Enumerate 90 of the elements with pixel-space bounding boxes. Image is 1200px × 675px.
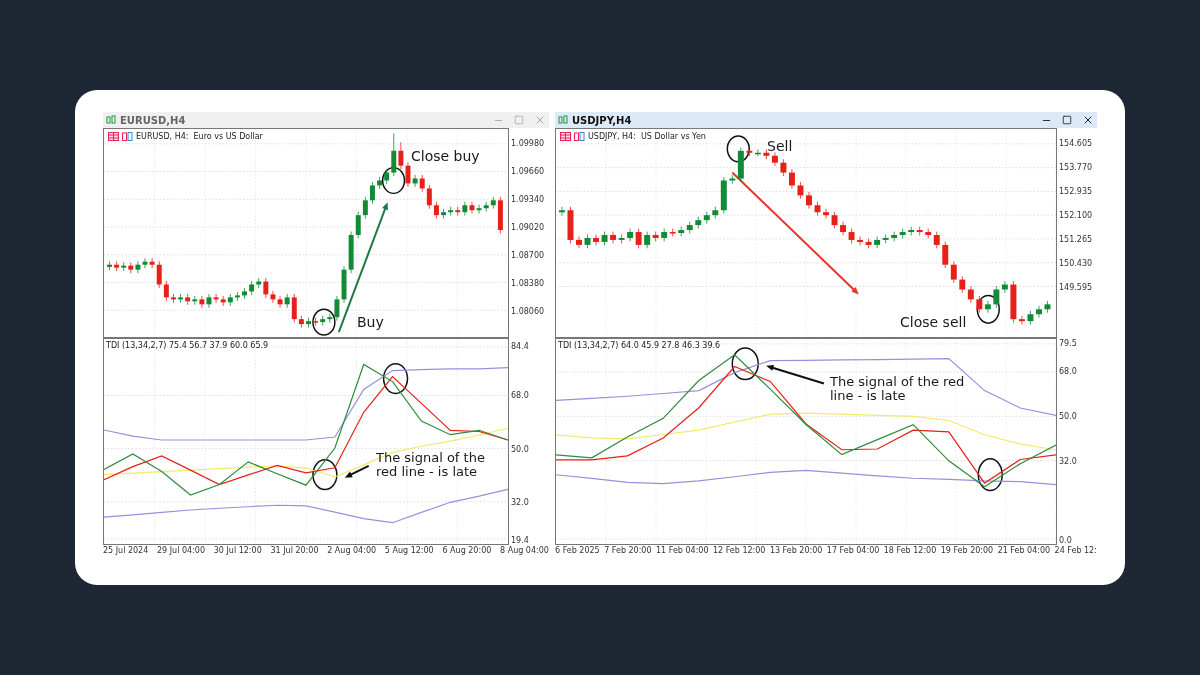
candlestick — [601, 231, 608, 246]
candlestick — [1027, 310, 1034, 325]
axis-label: 0.0 — [1059, 535, 1072, 545]
candlestick — [797, 181, 804, 200]
close-icon[interactable] — [1082, 114, 1094, 126]
time-label: 25 Jul 2024 — [103, 545, 149, 557]
indicator-label: TDI (13,34,2,7) 64.0 45.9 27.8 46.3 39.6 — [558, 341, 721, 350]
window-title: USDJPY,H4 — [572, 114, 633, 126]
candlestick — [576, 236, 582, 249]
candlestick — [567, 206, 574, 244]
axis-label: 68.0 — [1059, 366, 1077, 376]
candlestick — [814, 201, 821, 217]
chart-legend: USDJPY, H4: US Dollar vs Yen — [588, 132, 706, 141]
axis-label: 151.265 — [1059, 234, 1093, 244]
annotation-text: The signal of the red line - is late — [830, 375, 966, 404]
axis-label: 1.09660 — [511, 166, 545, 176]
window-title: EURUSD,H4 — [120, 114, 187, 126]
axis-label: 1.09020 — [511, 222, 545, 232]
axis-label: 50.0 — [1059, 411, 1077, 421]
time-label: 31 Jul 20:00 — [270, 545, 319, 557]
axis-label: 19.4 — [511, 535, 529, 545]
highlight-circle — [731, 347, 759, 381]
time-label: 6 Aug 20:00 — [442, 545, 492, 557]
time-label: 24 Feb 12: — [1054, 545, 1097, 557]
annotation-text: Buy — [357, 315, 384, 331]
time-label: 17 Feb 04:00 — [826, 545, 880, 557]
time-label: 5 Aug 12:00 — [384, 545, 434, 557]
candlestick — [584, 234, 591, 249]
axis-label: 68.0 — [511, 390, 529, 400]
highlight-circle — [976, 294, 1000, 324]
annotation-text: Sell — [767, 139, 793, 155]
highlight-circle — [381, 166, 406, 195]
candlestick — [559, 206, 565, 217]
candlestick — [107, 260, 112, 271]
axis-label: 84.4 — [511, 341, 529, 351]
arrow — [344, 464, 370, 478]
time-label: 30 Jul 12:00 — [213, 545, 262, 557]
maximize-icon[interactable] — [1062, 115, 1072, 125]
candles-icon — [106, 115, 116, 125]
time-label: 2 Aug 04:00 — [327, 545, 377, 557]
axis-label: 153.770 — [1059, 162, 1093, 172]
arrow — [766, 364, 825, 385]
candlestick — [306, 317, 311, 328]
annotation-text: Close buy — [411, 149, 480, 165]
time-label: 7 Feb 20:00 — [604, 545, 652, 557]
time-label: 29 Jul 04:00 — [157, 545, 205, 557]
axis-label: 152.935 — [1059, 186, 1093, 196]
axis-label: 1.08700 — [511, 250, 545, 260]
annotation-text: The signal of the red line - is late — [376, 451, 486, 480]
annotation-text: Close sell — [900, 315, 967, 331]
candlestick — [1036, 305, 1042, 319]
time-label: 13 Feb 20:00 — [769, 545, 823, 557]
time-label: 12 Feb 12:00 — [712, 545, 766, 557]
axis-label: 152.100 — [1059, 210, 1093, 220]
grid-icon — [560, 132, 571, 141]
candlestick — [806, 191, 812, 210]
candlestick — [441, 208, 446, 219]
axis-label: 32.0 — [511, 497, 529, 507]
candlestick — [823, 208, 829, 219]
candles-icon — [558, 115, 568, 125]
axis-label: 1.08380 — [511, 278, 545, 288]
time-label: 6 Feb 2025 — [555, 545, 600, 557]
candlestick — [242, 287, 247, 300]
axis-label: 1.09980 — [511, 138, 545, 148]
time-label: 8 Aug 04:00 — [500, 545, 549, 557]
highlight-circle — [382, 363, 409, 395]
axis-label: 50.0 — [511, 444, 529, 454]
axis-label: 1.08060 — [511, 306, 545, 316]
candlestick — [593, 234, 599, 246]
time-label: 19 Feb 20:00 — [940, 545, 994, 557]
candlestick — [831, 211, 838, 229]
bars-icon — [122, 132, 133, 141]
axis-label: 150.430 — [1059, 258, 1093, 268]
axis-label: 149.595 — [1059, 282, 1093, 292]
bars-icon — [574, 132, 585, 141]
axis-label: 79.5 — [1059, 338, 1077, 348]
highlight-circle — [977, 458, 1003, 492]
time-label: 18 Feb 12:00 — [883, 545, 937, 557]
axis-label: 154.605 — [1059, 138, 1093, 148]
axis-label: 32.0 — [1059, 456, 1077, 466]
time-label: 11 Feb 04:00 — [656, 545, 709, 557]
axis-label: 1.09340 — [511, 194, 545, 204]
highlight-circle — [726, 135, 750, 163]
highlight-circle — [312, 459, 338, 491]
indicator-label: TDI (13,34,2,7) 75.4 56.7 37.9 60.0 65.9 — [106, 341, 269, 350]
time-label: 21 Feb 04:00 — [997, 545, 1051, 557]
highlight-circle — [312, 308, 336, 336]
candlestick — [1044, 300, 1051, 314]
grid-icon — [108, 132, 119, 141]
chart-legend: EURUSD, H4: Euro vs US Dollar — [136, 132, 263, 141]
